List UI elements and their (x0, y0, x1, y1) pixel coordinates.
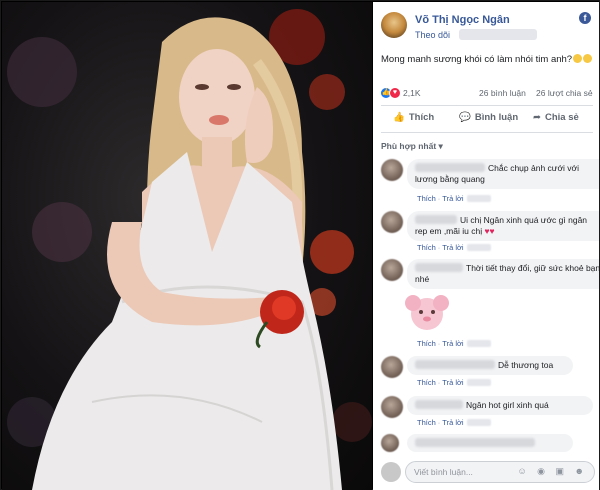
share-icon: ➦ (533, 112, 541, 123)
blurred-commenter-name[interactable] (415, 400, 463, 409)
blurred-commenter-name[interactable] (415, 163, 485, 172)
blurred-commenter-name[interactable] (415, 215, 457, 224)
blurred-commenter-name[interactable] (415, 263, 463, 272)
comment-like-link[interactable]: Thích (417, 194, 436, 203)
divider (381, 132, 593, 133)
comment-item (381, 434, 595, 454)
follow-link[interactable]: Theo dõi (415, 30, 450, 40)
commenter-avatar[interactable] (381, 211, 403, 233)
comment-like-link[interactable]: Thích (417, 378, 436, 387)
page-name-link[interactable]: Võ Thị Ngọc Ngân (415, 14, 510, 26)
blurred-text (459, 29, 537, 40)
comment-reply-link[interactable]: Trả lời (442, 243, 463, 252)
share-button[interactable]: ➦ Chia sẻ (533, 112, 579, 123)
blurred-commenter-name[interactable] (415, 360, 495, 369)
comment-sort-dropdown[interactable]: Phù hợp nhất ▾ (381, 141, 443, 152)
comment-actions: Thích · Trả lời (417, 243, 491, 252)
commenter-avatar[interactable] (381, 159, 403, 181)
comment-button[interactable]: 💬 Bình luận (459, 112, 518, 123)
composer-tools-icon[interactable]: ☺ ◉ ▣ ☻ (517, 466, 588, 477)
divider (381, 105, 593, 106)
comment-text: Dễ thương toa (498, 360, 554, 370)
blurred-timestamp (466, 340, 491, 347)
love-reaction-icon[interactable]: ♥ (389, 87, 401, 99)
comment-bubble: Dễ thương toa (407, 356, 573, 375)
sticker-image[interactable] (401, 288, 453, 334)
comment-button-label: Bình luận (474, 112, 519, 123)
reaction-count[interactable]: 2,1K (403, 88, 421, 98)
comment-item: Ngân hot girl xinh quá Thích · Trả lời (381, 396, 595, 434)
like-button-label: Thích (408, 112, 435, 123)
heart-emoji-icon: ♥♥ (484, 226, 495, 236)
blurred-timestamp (466, 195, 491, 202)
comment-item: Ui chị Ngân xinh quá ước gì ngân rep em … (381, 211, 599, 259)
emoji-icon (573, 54, 583, 63)
comment-icon: 💬 (459, 112, 471, 123)
commenter-avatar[interactable] (381, 396, 403, 418)
comment-bubble (407, 434, 573, 452)
comment-count[interactable]: 26 bình luận (479, 88, 526, 98)
comment-bubble: Ui chị Ngân xinh quá ước gì ngân rep em … (407, 211, 599, 241)
comment-actions: Thích · Trả lời (417, 418, 491, 427)
reaction-summary: 👍 ♥ 2,1K 26 bình luận 26 lượt chia sẻ (381, 86, 593, 100)
commenter-avatar[interactable] (381, 434, 399, 452)
comment-reply-link[interactable]: Trả lời (442, 418, 463, 427)
comment-item: Chắc chụp ảnh cưới với lương bằng quang … (381, 159, 599, 207)
caption-text: Mong manh sương khói có làm nhói tim anh… (381, 54, 573, 65)
comment-like-link[interactable]: Thích (417, 243, 436, 252)
commenter-avatar[interactable] (381, 259, 403, 281)
emoji-icon (583, 54, 593, 63)
comment-input[interactable]: Viết bình luận... ☺ ◉ ▣ ☻ (405, 461, 595, 483)
blurred-comment-text (415, 438, 535, 447)
comment-bubble: Chắc chụp ảnh cưới với lương bằng quang (407, 159, 599, 189)
page-avatar[interactable] (381, 12, 407, 38)
thumbs-up-icon: 👍 (393, 112, 405, 123)
facebook-icon[interactable]: f (579, 12, 591, 24)
comment-reply-link[interactable]: Trả lời (442, 339, 463, 348)
post-photo[interactable] (2, 2, 372, 490)
blurred-timestamp (466, 419, 491, 426)
post-side-panel: Võ Thị Ngọc Ngân Theo dõi f Mong manh sư… (373, 2, 599, 490)
comment-item: Dễ thương toa Thích · Trả lời (381, 356, 595, 394)
screenshot-frame: Võ Thị Ngọc Ngân Theo dõi f Mong manh sư… (0, 0, 600, 490)
comment-actions: Thích · Trả lời (417, 378, 491, 387)
comment-composer: Viết bình luận... ☺ ◉ ▣ ☻ (381, 460, 595, 484)
commenter-avatar[interactable] (381, 356, 403, 378)
blurred-timestamp (466, 244, 491, 251)
blurred-timestamp (466, 379, 491, 386)
comment-actions: Thích · Trả lời (417, 339, 491, 348)
photo-illustration (7, 9, 372, 490)
comment-like-link[interactable]: Thích (417, 418, 436, 427)
comment-input-placeholder: Viết bình luận... (414, 467, 473, 477)
comment-text: Ngân hot girl xinh quá (466, 400, 549, 410)
share-button-label: Chia sẻ (544, 112, 579, 123)
like-button[interactable]: 👍 Thích (393, 112, 434, 123)
user-avatar (381, 462, 401, 482)
comment-reply-link[interactable]: Trả lời (442, 378, 463, 387)
comment-like-link[interactable]: Thích (417, 339, 436, 348)
comment-bubble: Thời tiết thay đổi, giữ sức khoẻ bạn nhé (407, 259, 599, 289)
post-header: Võ Thị Ngọc Ngân Theo dõi f (381, 10, 591, 50)
comment-bubble: Ngân hot girl xinh quá (407, 396, 593, 415)
comment-reply-link[interactable]: Trả lời (442, 194, 463, 203)
share-count[interactable]: 26 lượt chia sẻ (536, 88, 593, 98)
comment-actions: Thích · Trả lời (417, 194, 491, 203)
post-caption: Mong manh sương khói có làm nhói tim anh… (381, 54, 593, 65)
